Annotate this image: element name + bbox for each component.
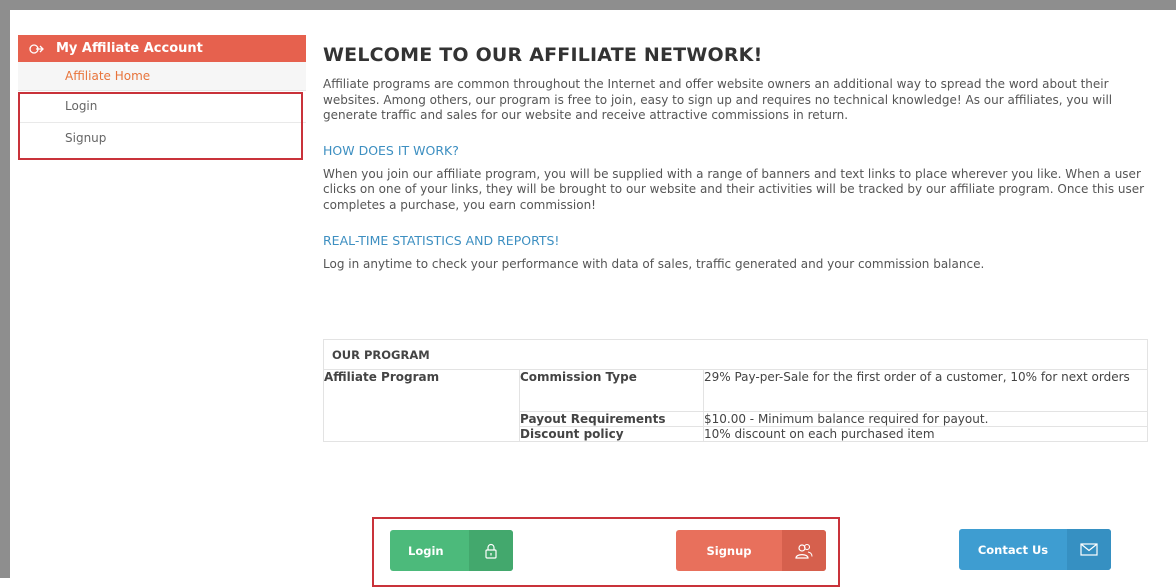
program-value-cell: $10.00 - Minimum balance required for pa… (703, 411, 1148, 427)
how-it-works-heading: HOW DOES IT WORK? (323, 142, 459, 158)
sidebar-item-affiliate-home[interactable]: Affiliate Home (18, 62, 306, 91)
program-key-cell: Commission Type (519, 369, 704, 412)
main-content: WELCOME TO OUR AFFILIATE NETWORK! Affili… (323, 44, 1163, 272)
page-title: WELCOME TO OUR AFFILIATE NETWORK! (323, 44, 763, 66)
program-name-cell: Affiliate Program (323, 369, 520, 442)
program-value-cell: 29% Pay-per-Sale for the first order of … (703, 369, 1148, 412)
signup-button-label: Signup (706, 543, 752, 558)
sidebar-item-login[interactable]: Login (18, 91, 306, 123)
contact-us-button[interactable]: Contact Us (959, 529, 1111, 570)
sidebar-header-title: My Affiliate Account (56, 41, 203, 56)
envelope-icon (1067, 529, 1111, 570)
how-it-works-paragraph: When you join our affiliate program, you… (323, 166, 1145, 212)
sidebar-item-label: Login (65, 99, 98, 113)
login-button[interactable]: Login (390, 530, 513, 571)
window-frame-left (0, 0, 10, 578)
sidebar-header: My Affiliate Account (18, 35, 306, 62)
sign-in-icon (18, 42, 56, 56)
statistics-heading: REAL-TIME STATISTICS AND REPORTS! (323, 232, 560, 248)
sidebar-item-label: Signup (65, 131, 107, 145)
sidebar-item-signup[interactable]: Signup (18, 123, 306, 154)
contact-us-button-label: Contact Us (977, 542, 1049, 557)
program-value-cell: 10% discount on each purchased item (703, 426, 1148, 442)
program-table: OUR PROGRAM Affiliate Program Commission… (323, 339, 1148, 442)
login-button-label: Login (408, 543, 444, 558)
statistics-paragraph: Log in anytime to check your performance… (323, 256, 985, 271)
sidebar: My Affiliate Account Affiliate Home Logi… (18, 35, 306, 154)
program-key-cell: Payout Requirements (519, 411, 704, 427)
sidebar-item-label: Affiliate Home (65, 69, 151, 83)
lock-icon (469, 530, 513, 571)
intro-paragraph: Affiliate programs are common throughout… (323, 77, 1113, 123)
window-frame-top (0, 0, 1176, 10)
table-row: Affiliate Program Commission Type 29% Pa… (323, 369, 1148, 442)
program-key-cell: Discount policy (519, 426, 704, 442)
users-icon (782, 530, 826, 571)
program-table-caption: OUR PROGRAM (323, 339, 1148, 370)
signup-button[interactable]: Signup (676, 530, 826, 571)
